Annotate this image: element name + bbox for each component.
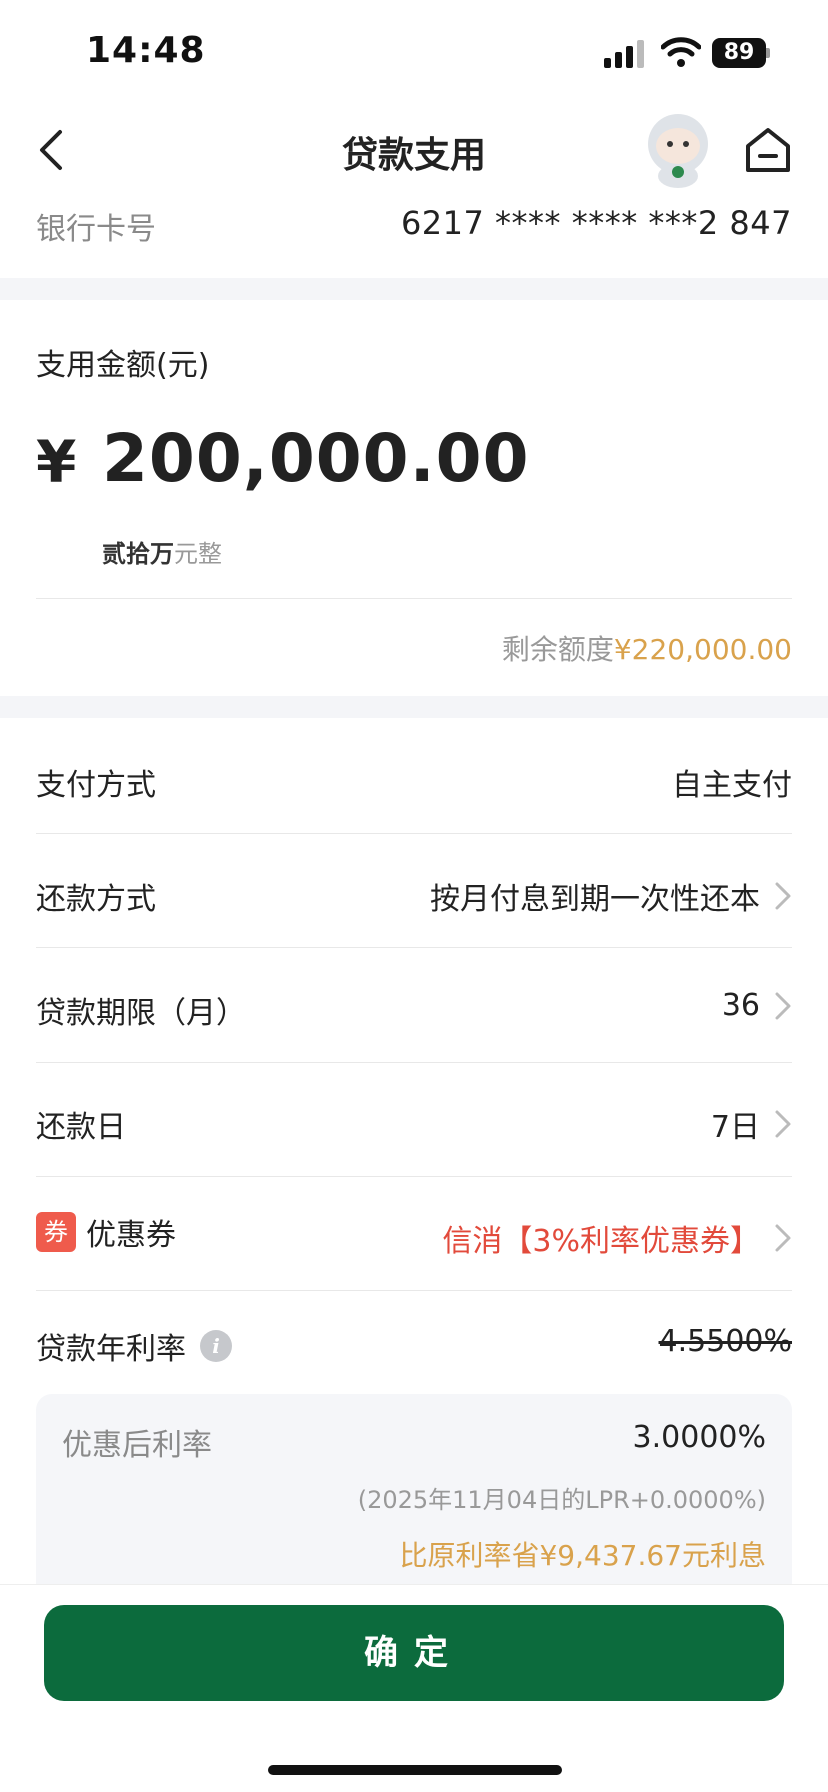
lpr-note: (2025年11月04日的LPR+0.0000%)	[357, 1486, 766, 1514]
section-gap	[0, 278, 828, 300]
signal-icon	[604, 40, 644, 68]
loan-term-label: 贷款期限（月）	[36, 996, 246, 1031]
annual-rate-label: 贷款年利率	[36, 1332, 186, 1367]
chevron-right-icon	[775, 992, 791, 1019]
payment-method-row: 支付方式 自主支付	[36, 720, 792, 834]
status-time: 14:48	[86, 30, 206, 71]
amount-in-words: 贰拾万元整	[102, 534, 222, 569]
divider	[36, 1290, 792, 1291]
chevron-right-icon	[775, 1110, 791, 1138]
section-gap	[0, 696, 828, 718]
bank-card-label: 银行卡号	[36, 212, 156, 247]
payment-method-label: 支付方式	[36, 768, 156, 803]
repayment-method-row[interactable]: 还款方式 按月付息到期一次性还本	[36, 834, 792, 948]
loan-term-row[interactable]: 贷款期限（月） 36	[36, 948, 792, 1062]
repayment-method-value: 按月付息到期一次性还本	[430, 882, 760, 917]
repayment-day-label: 还款日	[36, 1110, 126, 1145]
payment-method-value: 自主支付	[672, 768, 792, 803]
remaining-label: 剩余额度	[501, 633, 614, 666]
battery-tip	[766, 48, 770, 58]
status-bar: 14:48 89	[0, 0, 828, 100]
chevron-right-icon	[775, 1224, 791, 1252]
chevron-right-icon	[775, 882, 791, 910]
info-icon[interactable]: i	[200, 1330, 232, 1362]
discount-rate-box: 优惠后利率 3.0000% (2025年11月04日的LPR+0.0000%) …	[36, 1394, 792, 1584]
loan-term-value: 36	[721, 988, 760, 1023]
coupon-label-group: 券优惠券	[36, 1210, 176, 1254]
annual-rate-row: 贷款年利率 i	[36, 1324, 232, 1368]
divider	[36, 598, 792, 599]
repayment-day-row[interactable]: 还款日 7日	[36, 1062, 792, 1176]
bottom-action-area: 确定	[0, 1584, 828, 1792]
coupon-label: 优惠券	[86, 1218, 176, 1253]
home-indicator	[268, 1765, 562, 1775]
amount-words-main: 贰拾万	[102, 540, 174, 568]
interest-savings: 比原利率省¥9,437.67元利息	[399, 1539, 766, 1572]
bank-card-row: 银行卡号 6217 **** **** ***2 847	[36, 200, 792, 260]
currency-symbol: ¥	[36, 428, 77, 496]
home-icon[interactable]	[742, 124, 794, 176]
wifi-icon	[661, 37, 701, 67]
amount-words-suffix: 元整	[174, 540, 222, 568]
coupon-row[interactable]: 券优惠券 信消【3%利率优惠券】	[36, 1176, 792, 1290]
repayment-day-value: 7日	[710, 1110, 760, 1145]
amount-input[interactable]: 200,000.00	[102, 420, 530, 497]
mascot-icon[interactable]	[642, 108, 714, 190]
battery-icon: 89	[712, 38, 770, 68]
amount-label: 支用金额(元)	[36, 348, 210, 383]
remaining-limit: 剩余额度¥220,000.00	[502, 628, 792, 668]
battery-level: 89	[712, 38, 766, 68]
coupon-value: 信消【3%利率优惠券】	[442, 1224, 760, 1259]
discounted-rate-value: 3.0000%	[632, 1420, 766, 1455]
nav-bar: 贷款支用	[0, 100, 828, 200]
discounted-rate-label: 优惠后利率	[62, 1428, 212, 1463]
original-rate: 4.5500%	[658, 1324, 792, 1359]
remaining-amount: ¥220,000.00	[613, 633, 792, 666]
bank-card-number: 6217 **** **** ***2 847	[400, 204, 792, 242]
coupon-badge: 券	[36, 1212, 76, 1252]
confirm-button[interactable]: 确定	[44, 1605, 784, 1701]
repayment-method-label: 还款方式	[36, 882, 156, 917]
